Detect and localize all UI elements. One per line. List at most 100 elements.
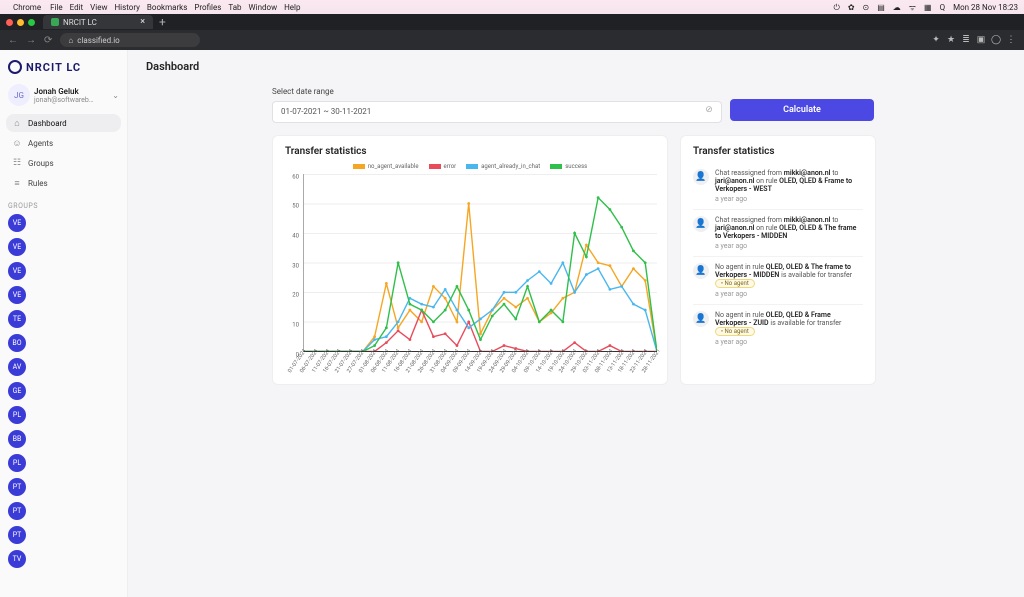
mac-menu-item[interactable]: History — [114, 3, 139, 12]
sidebar-item-label: Agents — [28, 139, 53, 148]
group-chip[interactable]: TE — [8, 310, 26, 328]
sidebar-item-groups[interactable]: ☷ Groups — [6, 154, 121, 172]
legend-item: agent_already_in_chat — [466, 163, 540, 170]
close-tab-icon[interactable]: × — [140, 17, 145, 27]
group-chip[interactable]: PT — [8, 478, 26, 496]
y-tick: 40 — [285, 232, 299, 239]
favicon-icon — [51, 18, 59, 26]
clear-icon[interactable]: ⊘ — [702, 103, 716, 117]
log-list: 👤 Chat reassigned from mikki@anon.nl to … — [693, 163, 863, 352]
mac-menu-item[interactable]: Help — [284, 3, 300, 12]
log-time: a year ago — [715, 338, 863, 346]
sidebar-item-agents[interactable]: ☺ Agents — [6, 134, 121, 152]
user-email: jonah@softwareb… — [34, 96, 94, 104]
chart-card: Transfer statistics no_agent_available e… — [272, 135, 668, 385]
sidebar-item-label: Rules — [28, 179, 48, 188]
address-bar: ← → ⟳ ⌂ classified.io ✦ ★ ≣ ▣ ◯ ⋮ — [0, 30, 1024, 50]
calculate-button[interactable]: Calculate — [730, 99, 874, 121]
brand-name: NRCIT LC — [26, 61, 81, 74]
tab-title: NRCIT LC — [63, 18, 97, 27]
user-name: Jonah Geluk — [34, 87, 94, 96]
group-chip[interactable]: BO — [8, 334, 26, 352]
group-chip[interactable]: VE — [8, 262, 26, 280]
log-text: No agent in rule QLED, OLED & The frame … — [715, 263, 863, 298]
rules-icon: ≡ — [12, 178, 22, 188]
browser-tab[interactable]: NRCIT LC × — [43, 15, 153, 29]
log-text: No agent in rule OLED, QLED & Frame Verk… — [715, 311, 863, 346]
mac-menu-item[interactable]: Edit — [70, 3, 84, 12]
page-title: Dashboard — [146, 60, 1006, 73]
profile-icon[interactable]: ◯ — [991, 35, 1001, 45]
mac-menu-item[interactable]: Tab — [228, 3, 241, 12]
status-badge: • No agent — [715, 327, 755, 336]
legend-swatch — [466, 164, 478, 169]
forward-icon[interactable]: → — [26, 35, 36, 46]
url-field[interactable]: ⌂ classified.io — [60, 33, 200, 47]
log-title: Transfer statistics — [693, 146, 863, 157]
group-chip[interactable]: GE — [8, 382, 26, 400]
group-chip[interactable]: BB — [8, 430, 26, 448]
extensions-icon[interactable]: ≣ — [961, 35, 971, 45]
main-content: Dashboard Select date range ⊘ Calculate … — [128, 50, 1024, 597]
group-chip[interactable]: PT — [8, 526, 26, 544]
status-icon: Q — [940, 3, 946, 12]
back-icon[interactable]: ← — [8, 35, 18, 46]
cards-row: Transfer statistics no_agent_available e… — [272, 135, 1006, 385]
close-window-icon[interactable] — [6, 19, 13, 26]
maximize-window-icon[interactable] — [28, 19, 35, 26]
date-range-field[interactable]: ⊘ — [272, 99, 722, 123]
extensions-icon[interactable]: ▣ — [976, 35, 986, 45]
status-icon: ▤ — [877, 3, 885, 12]
log-time: a year ago — [715, 290, 863, 298]
minimize-window-icon[interactable] — [17, 19, 24, 26]
status-icon: ▦ — [924, 3, 932, 12]
sidebar-item-dashboard[interactable]: ⌂ Dashboard — [6, 114, 121, 132]
mac-app-name: Chrome — [13, 3, 41, 12]
new-tab-icon[interactable]: + — [159, 15, 166, 29]
user-menu[interactable]: JG Jonah Geluk jonah@softwareb… ⌄ — [6, 82, 121, 114]
extensions-icon[interactable]: ★ — [946, 35, 956, 45]
mac-menu-item[interactable]: File — [50, 3, 63, 12]
y-tick: 60 — [285, 173, 299, 180]
controls-row: ⊘ Calculate — [272, 99, 1006, 123]
reload-icon[interactable]: ⟳ — [44, 35, 52, 46]
group-chip[interactable]: VE — [8, 238, 26, 256]
log-time: a year ago — [715, 195, 863, 203]
wifi-icon: ᯤ — [909, 3, 916, 12]
extension-tray: ✦ ★ ≣ ▣ ◯ ⋮ — [931, 35, 1016, 45]
window-controls[interactable] — [6, 19, 35, 26]
status-icon: ⊙ — [863, 3, 870, 12]
legend-swatch — [353, 164, 365, 169]
legend-item: error — [429, 163, 457, 170]
log-card: Transfer statistics 👤 Chat reassigned fr… — [680, 135, 876, 385]
group-chip[interactable]: TV — [8, 550, 26, 568]
person-icon: 👤 — [693, 263, 709, 279]
group-chip[interactable]: AV — [8, 358, 26, 376]
chevron-down-icon: ⌄ — [112, 91, 119, 100]
mac-menu-item[interactable]: Profiles — [194, 3, 221, 12]
group-chip[interactable]: PL — [8, 454, 26, 472]
groups-heading: GROUPS — [8, 202, 119, 210]
group-chip[interactable]: PT — [8, 502, 26, 520]
group-chip[interactable]: VE — [8, 286, 26, 304]
mac-menu-item[interactable]: Bookmarks — [147, 3, 187, 12]
brand[interactable]: NRCIT LC — [6, 56, 121, 82]
chart-lines — [304, 174, 657, 351]
date-range-input[interactable] — [272, 101, 722, 123]
sidebar-item-rules[interactable]: ≡ Rules — [6, 174, 121, 192]
legend-item: no_agent_available — [353, 163, 419, 170]
mac-menu-item[interactable]: View — [90, 3, 107, 12]
log-item: 👤 No agent in rule QLED, OLED & The fram… — [693, 257, 863, 305]
group-chip[interactable]: PL — [8, 406, 26, 424]
sidebar-item-label: Groups — [28, 159, 54, 168]
avatar: JG — [8, 84, 30, 106]
log-item: 👤 Chat reassigned from mikki@anon.nl to … — [693, 163, 863, 210]
kebab-icon[interactable]: ⋮ — [1006, 35, 1016, 45]
groups-icon: ☷ — [12, 158, 22, 168]
status-icon: ⏻ — [834, 3, 840, 12]
extensions-icon[interactable]: ✦ — [931, 35, 941, 45]
mac-menu-item[interactable]: Window — [249, 3, 278, 12]
agents-icon: ☺ — [12, 138, 22, 148]
group-chip[interactable]: VE — [8, 214, 26, 232]
lock-icon: ⌂ — [68, 36, 73, 45]
